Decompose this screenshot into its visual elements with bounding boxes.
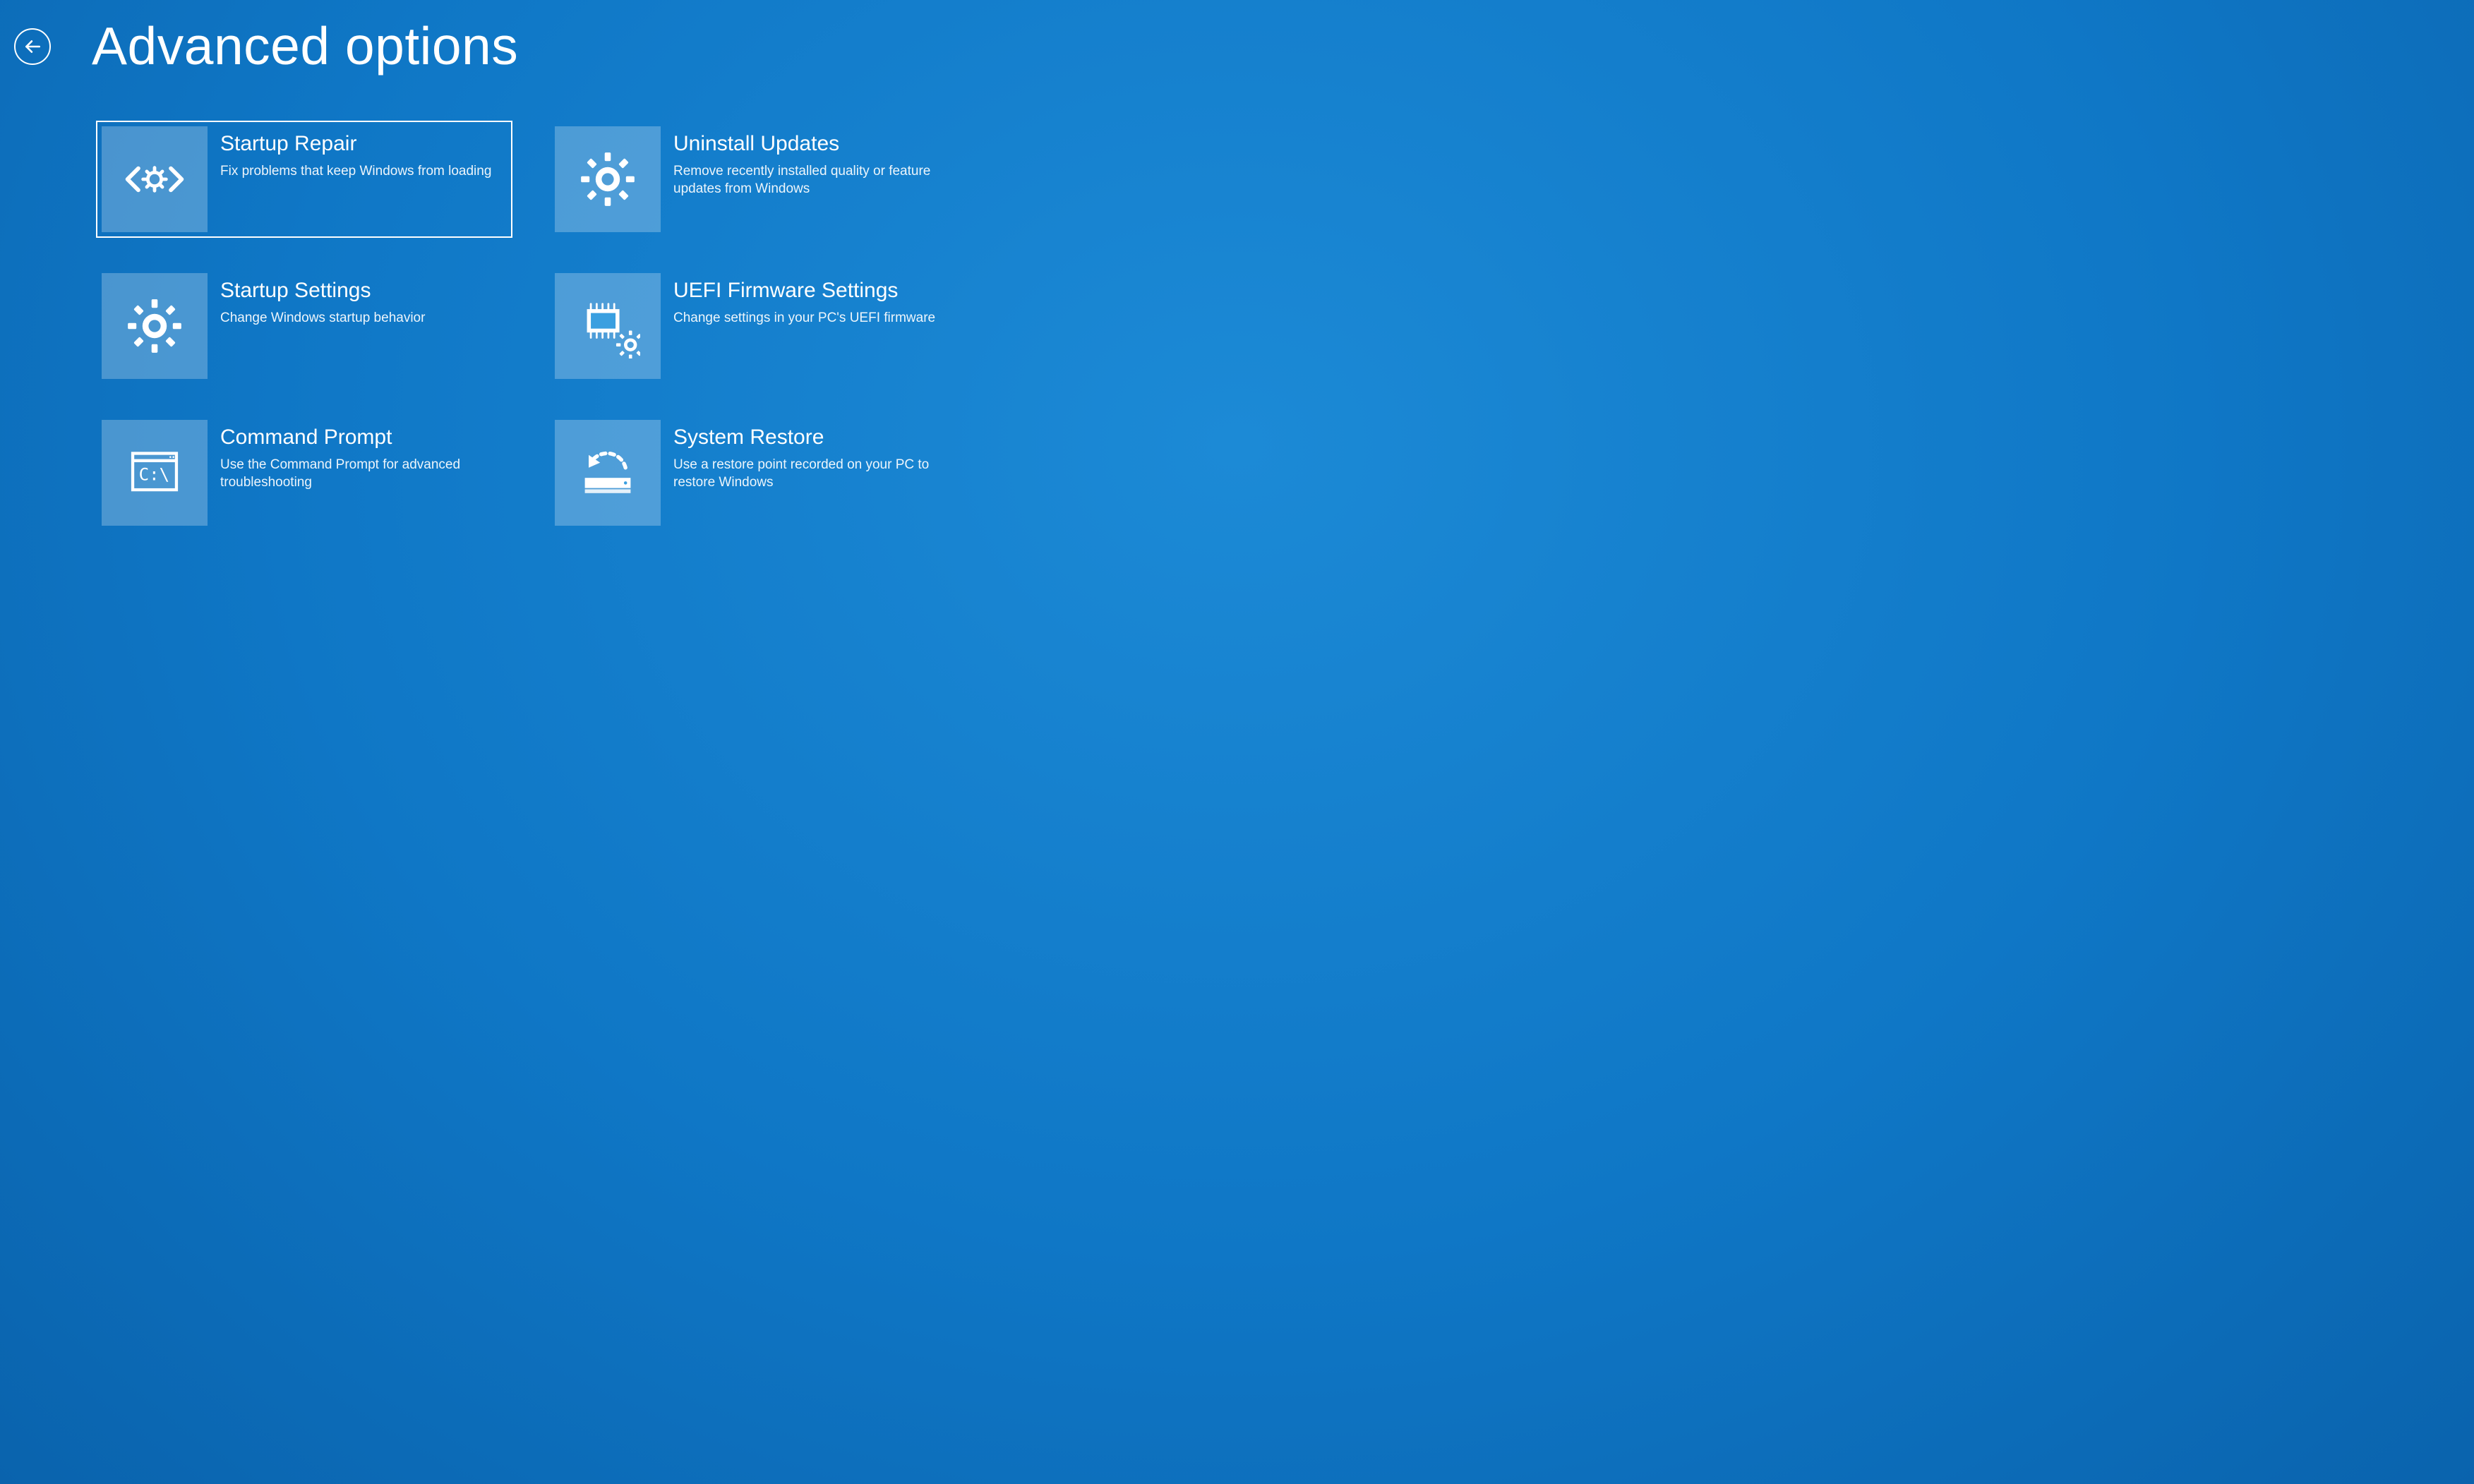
tile-startup-repair[interactable]: Startup Repair Fix problems that keep Wi… <box>96 121 512 238</box>
tile-desc: Use the Command Prompt for advanced trou… <box>220 456 500 492</box>
tile-desc: Change settings in your PC's UEFI firmwa… <box>673 309 953 327</box>
tile-desc: Use a restore point recorded on your PC … <box>673 456 953 492</box>
tile-desc: Fix problems that keep Windows from load… <box>220 162 500 181</box>
tile-title: UEFI Firmware Settings <box>673 279 953 303</box>
svg-text:C:\: C:\ <box>139 464 170 484</box>
gear-icon <box>102 273 208 379</box>
tile-title: Command Prompt <box>220 426 500 450</box>
gear-icon <box>555 126 661 232</box>
options-grid: Startup Repair Fix problems that keep Wi… <box>96 121 2474 531</box>
tile-desc: Change Windows startup behavior <box>220 309 500 327</box>
tile-title: Uninstall Updates <box>673 132 953 157</box>
tile-uninstall-updates[interactable]: Uninstall Updates Remove recently instal… <box>549 121 966 238</box>
tile-command-prompt[interactable]: C:\ Command Prompt Use the Command Promp… <box>96 414 512 531</box>
tile-uefi-firmware[interactable]: UEFI Firmware Settings Change settings i… <box>549 267 966 385</box>
back-button[interactable] <box>14 28 51 65</box>
firmware-chip-icon <box>555 273 661 379</box>
tile-startup-settings[interactable]: Startup Settings Change Windows startup … <box>96 267 512 385</box>
system-restore-icon <box>555 420 661 526</box>
startup-repair-icon <box>102 126 208 232</box>
page-title: Advanced options <box>92 20 518 73</box>
command-prompt-icon: C:\ <box>102 420 208 526</box>
tile-title: Startup Settings <box>220 279 500 303</box>
tile-title: System Restore <box>673 426 953 450</box>
tile-title: Startup Repair <box>220 132 500 157</box>
back-arrow-icon <box>23 37 42 56</box>
tile-desc: Remove recently installed quality or fea… <box>673 162 953 198</box>
tile-system-restore[interactable]: System Restore Use a restore point recor… <box>549 414 966 531</box>
